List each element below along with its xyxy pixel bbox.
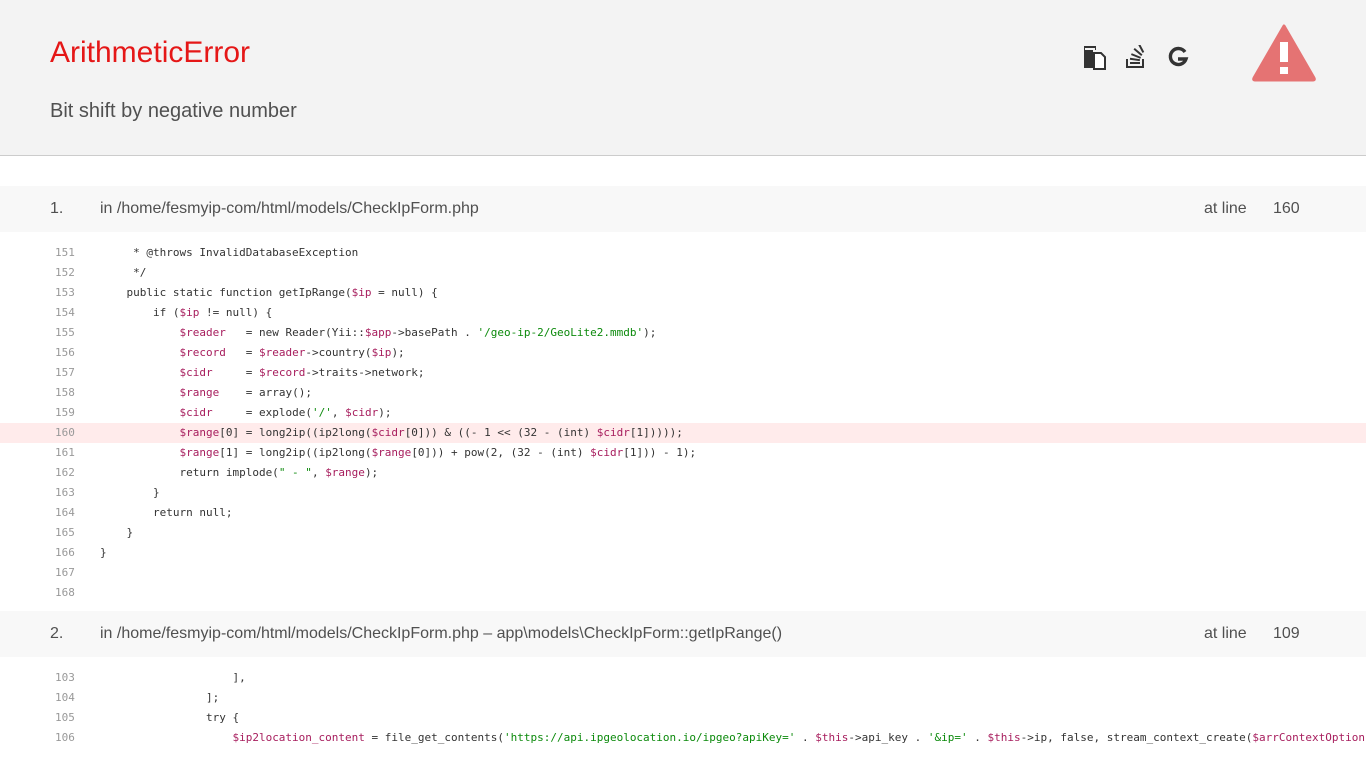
- code-text: $range[0] = long2ip((ip2long($cidr[0])) …: [179, 426, 683, 439]
- code-line: 153 public static function getIpRange($i…: [0, 283, 1366, 303]
- error-title: ArithmeticError: [50, 36, 251, 69]
- call-stack: 1. in /home/fesmyip-com/html/models/Check…: [0, 186, 1366, 756]
- code-text: public static function getIpRange($ip = …: [100, 286, 438, 299]
- code-text: $ip2location_content = file_get_contents…: [232, 731, 1366, 744]
- line-number: 159: [55, 406, 75, 419]
- frame-number: 1.: [50, 200, 64, 217]
- code-text: $reader = new Reader(Yii::$app->basePath…: [179, 326, 657, 339]
- frame-location: in /home/fesmyip-com/html/models/CheckIp…: [100, 625, 783, 642]
- code-line: 164 return null;: [0, 503, 1366, 523]
- line-number: 151: [55, 246, 75, 259]
- copy-icon[interactable]: [1080, 43, 1108, 71]
- line-number: 106: [55, 731, 75, 744]
- stack-frame-header[interactable]: 1. in /home/fesmyip-com/html/models/Check…: [0, 186, 1366, 232]
- stackoverflow-icon[interactable]: [1122, 43, 1150, 71]
- line-number: 153: [55, 286, 75, 299]
- code-text: try {: [100, 711, 240, 724]
- tools-bar: [1080, 43, 1192, 71]
- line-number: 168: [55, 586, 75, 599]
- line-number: 154: [55, 306, 75, 319]
- code-text: return null;: [100, 506, 233, 519]
- warning-icon: [1252, 24, 1316, 82]
- stack-frame-header[interactable]: 2. in /home/fesmyip-com/html/models/Check…: [0, 611, 1366, 657]
- line-number: 157: [55, 366, 75, 379]
- code-snippet: 103 ], 104 ]; 105 try {106 $ip2location_co…: [0, 657, 1366, 756]
- line-number: 166: [55, 546, 75, 559]
- code-snippet: 151 * @throws InvalidDatabaseException 15…: [0, 232, 1366, 611]
- code-text: $range = array();: [179, 386, 312, 399]
- line-number: 164: [55, 506, 75, 519]
- code-line: 157 $cidr = $record->traits->network;: [0, 363, 1366, 383]
- line-number: 105: [55, 711, 75, 724]
- code-line: 106 $ip2location_content = file_get_cont…: [0, 728, 1366, 748]
- frame-number: 2.: [50, 625, 64, 642]
- code-line: 168: [0, 583, 1366, 603]
- line-number: 156: [55, 346, 75, 359]
- code-line: 151 * @throws InvalidDatabaseException: [0, 243, 1366, 263]
- code-line: 156 $record = $reader->country($ip);: [0, 343, 1366, 363]
- code-line: 104 ];: [0, 688, 1366, 708]
- code-text: ],: [100, 671, 246, 684]
- code-line: 166}: [0, 543, 1366, 563]
- error-code-line: 160 $range[0] = long2ip((ip2long($cidr[0…: [0, 423, 1366, 443]
- code-text: if ($ip != null) {: [100, 306, 273, 319]
- code-text: $cidr = explode('/', $cidr);: [179, 406, 392, 419]
- code-text: }: [100, 546, 107, 559]
- code-line: 167: [0, 563, 1366, 583]
- code-text: $cidr = $record->traits->network;: [179, 366, 425, 379]
- at-line-label: at line: [1204, 200, 1247, 217]
- code-text: ];: [100, 691, 220, 704]
- code-line: 162 return implode(" - ", $range);: [0, 463, 1366, 483]
- code-line: 103 ],: [0, 668, 1366, 688]
- google-icon[interactable]: [1164, 43, 1192, 71]
- code-line: 159 $cidr = explode('/', $cidr);: [0, 403, 1366, 423]
- line-number: 167: [55, 566, 75, 579]
- code-text: }: [100, 486, 160, 499]
- code-line: 155 $reader = new Reader(Yii::$app->base…: [0, 323, 1366, 343]
- error-header: ArithmeticError Bit shift by negative nu…: [0, 0, 1366, 156]
- code-line: 158 $range = array();: [0, 383, 1366, 403]
- line-number: 155: [55, 326, 75, 339]
- line-number: 104: [55, 691, 75, 704]
- line-number: 165: [55, 526, 75, 539]
- at-line-label: at line: [1204, 625, 1247, 642]
- code-text: $range[1] = long2ip((ip2long($range[0]))…: [179, 446, 697, 459]
- line-number: 163: [55, 486, 75, 499]
- line-number: 162: [55, 466, 75, 479]
- line-number: 158: [55, 386, 75, 399]
- code-text: */: [100, 266, 147, 279]
- code-text: $record = $reader->country($ip);: [179, 346, 405, 359]
- code-text: return implode(" - ", $range);: [100, 466, 379, 479]
- error-message: Bit shift by negative number: [50, 100, 297, 122]
- code-line: 163 }: [0, 483, 1366, 503]
- frame-line-number: 160: [1273, 200, 1300, 217]
- line-number: 161: [55, 446, 75, 459]
- frame-line-number: 109: [1273, 625, 1300, 642]
- code-text: * @throws InvalidDatabaseException: [100, 246, 359, 259]
- code-line: 154 if ($ip != null) {: [0, 303, 1366, 323]
- line-number: 160: [55, 426, 75, 439]
- line-number: 103: [55, 671, 75, 684]
- line-number: 152: [55, 266, 75, 279]
- frame-location: in /home/fesmyip-com/html/models/CheckIp…: [100, 200, 479, 217]
- code-line: 152 */: [0, 263, 1366, 283]
- code-text: }: [100, 526, 134, 539]
- code-line: 165 }: [0, 523, 1366, 543]
- code-line: 105 try {: [0, 708, 1366, 728]
- code-line: 161 $range[1] = long2ip((ip2long($range[…: [0, 443, 1366, 463]
